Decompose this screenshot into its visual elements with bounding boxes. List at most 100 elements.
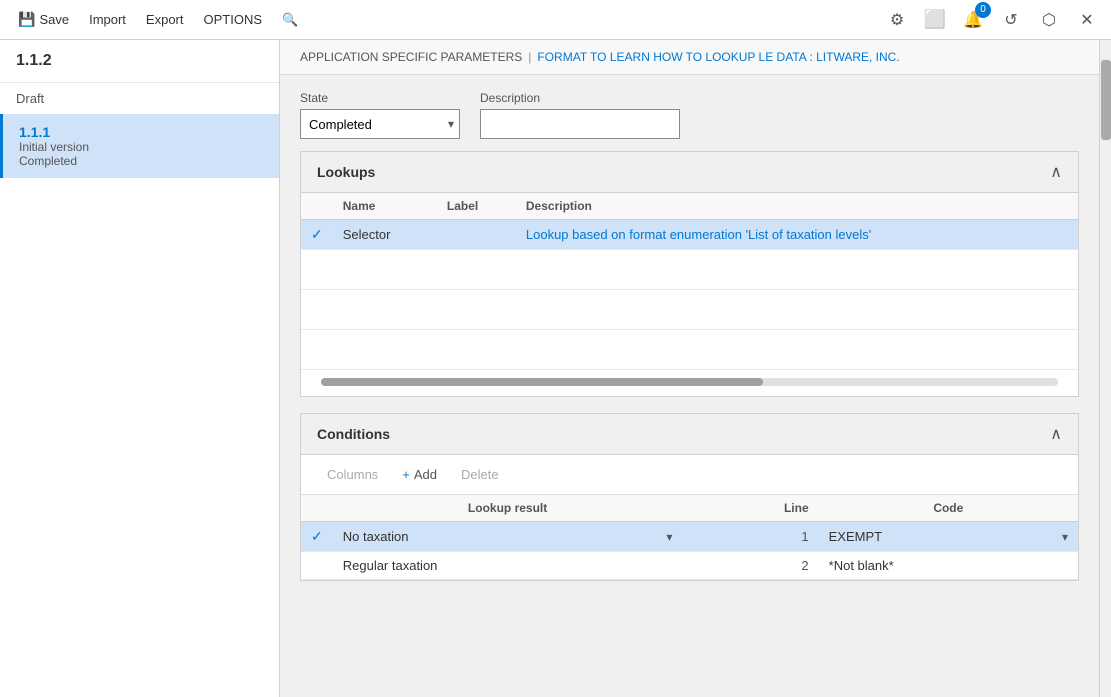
notification-badge: 0	[975, 2, 991, 18]
sidebar-item-status: Completed	[19, 154, 263, 168]
lookups-row-label	[437, 220, 516, 250]
table-row[interactable]: ✓ No taxation ▾ 1 EXE	[301, 522, 1078, 552]
cond-row0-check: ✓	[301, 522, 333, 552]
breadcrumb-part2: FORMAT TO LEARN HOW TO LOOKUP LE DATA : …	[537, 50, 899, 64]
lookups-col-label: Label	[437, 193, 516, 220]
conditions-header[interactable]: Conditions ∧	[301, 414, 1078, 455]
cond-col-lookup: Lookup result	[333, 495, 683, 522]
cond-col-code: Code	[819, 495, 1078, 522]
cond-row0-code: EXEMPT ▾	[819, 522, 1078, 552]
notifications-container: 🔔 0	[957, 4, 989, 36]
table-row-empty-3	[301, 330, 1078, 370]
sidebar: 1.1.2 Draft 1.1.1 Initial version Comple…	[0, 40, 280, 697]
save-button[interactable]: 💾 Save	[8, 7, 79, 32]
cond-row0-lookup: No taxation ▾	[333, 522, 683, 552]
cond-row1-line: 2	[682, 552, 818, 580]
state-param-group: State Completed Draft Shared ▾	[300, 91, 460, 139]
table-row[interactable]: Regular taxation 2 *Not blank*	[301, 552, 1078, 580]
settings-icon: ⚙	[890, 10, 904, 30]
state-select-wrapper: Completed Draft Shared ▾	[300, 109, 460, 139]
conditions-title: Conditions	[317, 426, 390, 442]
cond-row0-line: 1	[682, 522, 818, 552]
lookups-section: Lookups ∧ Name Label Description	[300, 151, 1079, 397]
param-row: State Completed Draft Shared ▾ Descripti…	[300, 91, 1079, 139]
toolbar: 💾 Save Import Export OPTIONS 🔍 ⚙ ⬜ 🔔 0 ↺…	[0, 0, 1111, 40]
breadcrumb-part1: APPLICATION SPECIFIC PARAMETERS	[300, 50, 522, 64]
lookups-row-check: ✓	[301, 220, 333, 250]
description-label: Description	[480, 91, 680, 105]
state-select[interactable]: Completed Draft Shared	[300, 109, 460, 139]
table-row[interactable]: ✓ Selector Lookup based on format enumer…	[301, 220, 1078, 250]
office-icon-button[interactable]: ⬜	[919, 4, 951, 36]
delete-button[interactable]: Delete	[451, 463, 509, 486]
conditions-table: Lookup result Line Code ✓ No	[301, 495, 1078, 580]
popout-button[interactable]: ⬡	[1033, 4, 1065, 36]
checkmark-icon: ✓	[311, 528, 323, 544]
cond-lookup-wrapper: No taxation ▾	[343, 529, 673, 544]
main-layout: 1.1.2 Draft 1.1.1 Initial version Comple…	[0, 40, 1111, 697]
conditions-collapse-button[interactable]: ∧	[1050, 424, 1062, 444]
conditions-section: Conditions ∧ Columns + Add Delete	[300, 413, 1079, 581]
lookups-scroll-thumb	[321, 378, 763, 386]
lookups-col-description: Description	[516, 193, 1078, 220]
columns-button[interactable]: Columns	[317, 463, 388, 486]
lookups-header-row: Name Label Description	[301, 193, 1078, 220]
scrollbar-track[interactable]	[1100, 40, 1111, 697]
lookups-table: Name Label Description ✓ Selector L	[301, 193, 1078, 370]
state-label: State	[300, 91, 460, 105]
table-row-empty-2	[301, 290, 1078, 330]
lookups-collapse-button[interactable]: ∧	[1050, 162, 1062, 182]
lookups-scroll-track[interactable]	[321, 378, 1058, 386]
sidebar-item-version: 1.1.1	[19, 124, 263, 140]
close-icon: ✕	[1080, 10, 1093, 30]
scrollbar-thumb	[1101, 60, 1111, 140]
add-button[interactable]: + Add	[392, 463, 447, 486]
export-button[interactable]: Export	[136, 8, 194, 31]
toolbar-right: ⚙ ⬜ 🔔 0 ↺ ⬡ ✕	[881, 4, 1103, 36]
cond-row1-code: *Not blank*	[819, 552, 1078, 580]
checkmark-icon: ✓	[311, 226, 323, 242]
cond-lookup-wrapper2: Regular taxation	[343, 558, 673, 573]
options-button[interactable]: OPTIONS	[194, 8, 273, 31]
cond-col-check	[301, 495, 333, 522]
panels-scroll: Lookups ∧ Name Label Description	[280, 151, 1099, 697]
cond-code-wrapper: EXEMPT ▾	[829, 529, 1068, 544]
lookups-col-check	[301, 193, 333, 220]
description-param-group: Description	[480, 91, 680, 139]
sidebar-item-description: Initial version	[19, 140, 263, 154]
popout-icon: ⬡	[1042, 10, 1056, 30]
search-icon: 🔍	[282, 12, 298, 28]
refresh-icon: ↺	[1004, 10, 1017, 30]
search-button[interactable]: 🔍	[272, 8, 308, 32]
cond-dropdown-icon[interactable]: ▾	[666, 530, 672, 544]
lookups-row-name: Selector	[333, 220, 437, 250]
content-area: APPLICATION SPECIFIC PARAMETERS | FORMAT…	[280, 40, 1099, 697]
breadcrumb: APPLICATION SPECIFIC PARAMETERS | FORMAT…	[280, 40, 1099, 75]
sidebar-item-0[interactable]: 1.1.1 Initial version Completed	[0, 114, 279, 178]
save-icon: 💾	[18, 11, 35, 28]
sidebar-version-header: 1.1.2	[0, 40, 279, 83]
conditions-toolbar: Columns + Add Delete	[301, 455, 1078, 495]
table-row-empty-1	[301, 250, 1078, 290]
lookups-col-name: Name	[333, 193, 437, 220]
refresh-button[interactable]: ↺	[995, 4, 1027, 36]
breadcrumb-separator: |	[528, 50, 531, 64]
import-button[interactable]: Import	[79, 8, 136, 31]
lookups-row-description: Lookup based on format enumeration 'List…	[516, 220, 1078, 250]
plus-icon: +	[402, 467, 410, 482]
settings-icon-button[interactable]: ⚙	[881, 4, 913, 36]
lookups-title: Lookups	[317, 164, 375, 180]
right-scrollbar[interactable]	[1099, 40, 1111, 697]
cond-row1-check	[301, 552, 333, 580]
cond-col-line: Line	[682, 495, 818, 522]
code-dropdown-icon[interactable]: ▾	[1062, 530, 1068, 544]
lookups-header[interactable]: Lookups ∧	[301, 152, 1078, 193]
cond-row1-lookup: Regular taxation	[333, 552, 683, 580]
office-icon: ⬜	[924, 9, 946, 30]
description-input[interactable]	[480, 109, 680, 139]
lookups-scrollbar-area	[301, 370, 1078, 396]
close-button[interactable]: ✕	[1071, 4, 1103, 36]
sidebar-draft-label: Draft	[0, 83, 279, 114]
params-area: State Completed Draft Shared ▾ Descripti…	[280, 75, 1099, 151]
conditions-header-row: Lookup result Line Code	[301, 495, 1078, 522]
